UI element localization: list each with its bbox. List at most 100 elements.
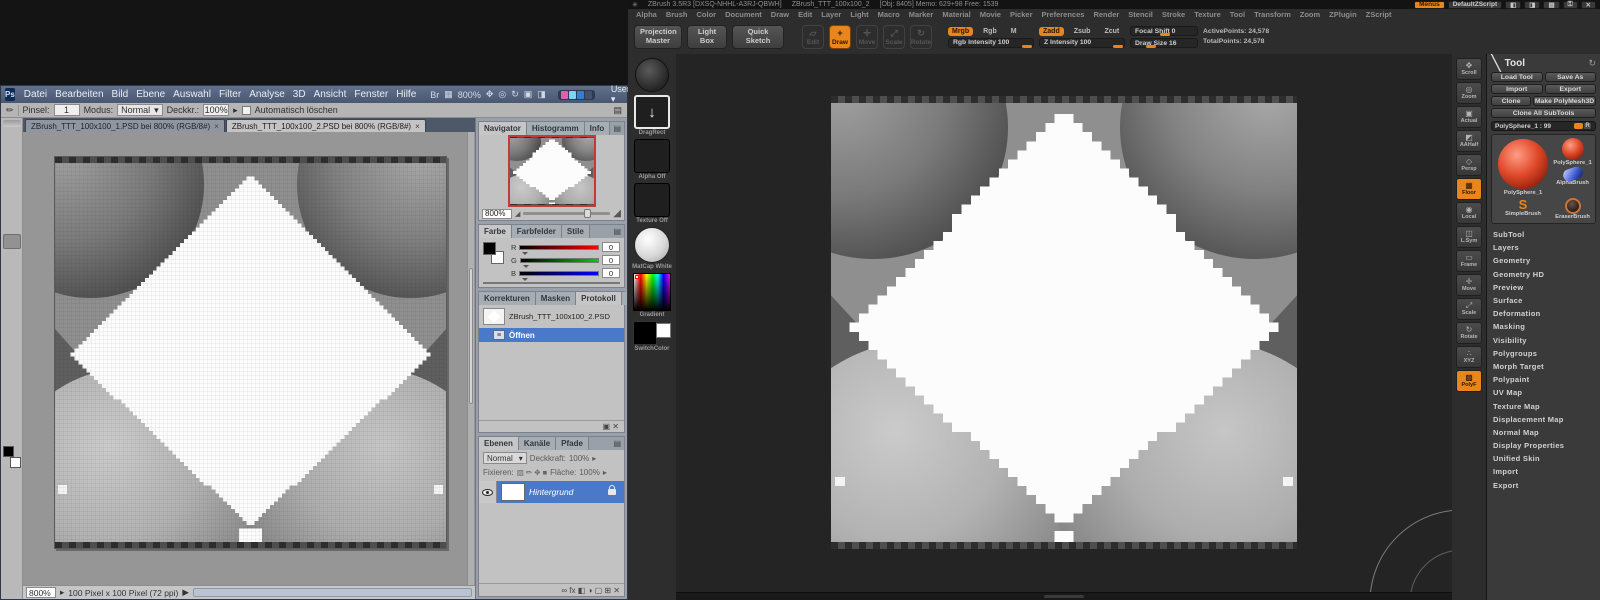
zoom-tool[interactable] [3,429,21,444]
menu-item[interactable]: Filter [215,89,245,100]
subpalette-item[interactable]: Deformation [1491,307,1596,320]
layer-footer-icons[interactable]: ∞ fx ◧ ◑ ▢ ⊞ ✕ [561,586,620,595]
draw-mode-button[interactable]: +Draw [829,25,851,49]
clone-button[interactable]: Clone [1491,96,1531,106]
brush-selector[interactable] [635,58,669,92]
subpalette-item[interactable]: UV Map [1491,386,1596,399]
zoom-level-select[interactable]: 800% [458,90,481,100]
crop-tool[interactable] [3,189,21,204]
arrow-icon[interactable]: ▸ [60,587,64,598]
tab-korrekturen[interactable]: Korrekturen [479,292,536,305]
projection-master-button[interactable]: Projection Master [634,25,682,48]
menu-item[interactable]: Transform [1254,10,1291,19]
menu-item[interactable]: Hilfe [392,89,420,100]
subpalette-item[interactable]: Geometry [1491,254,1596,267]
tab-aktionen[interactable]: Aktionen [622,292,627,305]
rotate-view-icon[interactable]: ↻ [511,89,519,100]
layer-row-hintergrund[interactable]: Hintergrund [479,481,624,503]
save-as-button[interactable]: Save As [1545,72,1597,82]
close-icon[interactable]: × [415,122,420,131]
cs-live-buttons[interactable] [558,90,595,100]
subpalette-item[interactable]: Polygroups [1491,347,1596,360]
navigator-zoom-slider[interactable] [523,212,610,215]
brush-tool[interactable] [3,234,21,249]
photoshop-canvas[interactable] [23,132,475,585]
path-select-tool[interactable] [3,369,21,384]
menu-item[interactable]: Macro [878,10,900,19]
healing-brush-tool[interactable] [3,219,21,234]
export-button[interactable]: Export [1545,84,1597,94]
panel-toggle-icon[interactable]: ▤ [613,105,622,116]
opacity-field[interactable]: 100% [203,104,229,116]
channel-value-field[interactable]: 0 [602,268,620,278]
subpalette-item[interactable]: Morph Target [1491,360,1596,373]
alpha-brush-thumbnail[interactable]: AlphaBrush [1553,166,1592,186]
foreground-color-swatch[interactable] [3,446,14,457]
close-icon[interactable]: × [214,122,219,131]
panel-color-swatches[interactable] [483,242,507,268]
menu-item[interactable]: Movie [980,10,1001,19]
menu-item[interactable]: Material [942,10,970,19]
rgb-toggle[interactable]: Rgb [979,27,1001,36]
tab-masken[interactable]: Masken [536,292,576,305]
bridge-icon[interactable]: Br [430,90,439,100]
menu-item[interactable]: Draw [771,10,789,19]
menu-item[interactable]: Layer [821,10,841,19]
hand-icon[interactable]: ✥ [486,89,494,100]
tab-farbe[interactable]: Farbe [479,225,512,238]
subpalette-item[interactable]: Texture Map [1491,399,1596,412]
history-footer-icons[interactable]: ▣ ✕ [603,422,619,431]
subpalette-item[interactable]: Preview [1491,281,1596,294]
menu-item[interactable]: Preferences [1042,10,1085,19]
quick-selection-tool[interactable] [3,174,21,189]
menu-item[interactable]: ZScript [1366,10,1392,19]
simple-brush-thumbnail[interactable]: S SimpleBrush [1495,198,1551,220]
subpalette-item[interactable]: Export [1491,479,1596,492]
menu-item[interactable]: Bearbeiten [51,89,107,100]
menu-item[interactable]: Zoom [1300,10,1320,19]
zoom-icon[interactable]: ◎ [498,89,506,100]
move-mode-button[interactable]: ✛Move [856,25,878,49]
import-button[interactable]: Import [1491,84,1543,94]
default-zscript-button[interactable]: DefaultZScript [1448,1,1502,9]
channel-slider[interactable] [520,258,599,263]
make-polymesh3d-button[interactable]: Make PolyMesh3D [1533,96,1596,106]
arrange-documents-icon[interactable]: ▣ [524,89,533,100]
status-menu-button[interactable]: ▶ [182,587,189,598]
menu-item[interactable]: Alpha [636,10,657,19]
3d-rotate-tool[interactable] [3,399,21,414]
toolbar-grip[interactable] [3,120,21,127]
type-tool[interactable] [3,354,21,369]
tab-farbfelder[interactable]: Farbfelder [512,225,562,238]
refresh-icon[interactable]: ↻ [1588,58,1596,69]
menu-item[interactable]: Datei [20,89,51,100]
menu-item[interactable]: Edit [798,10,812,19]
channel-slider[interactable] [519,271,599,276]
color-spectrum-bar[interactable] [483,282,620,284]
m-toggle[interactable]: M [1007,27,1021,36]
tab-info[interactable]: Info [585,122,611,135]
menu-item[interactable]: Ansicht [310,89,351,100]
lasso-tool[interactable] [3,159,21,174]
mrgb-toggle[interactable]: Mrgb [948,27,973,36]
rgb-intensity-slider[interactable]: Rgb Intensity 100 [948,38,1034,48]
history-snapshot-row[interactable]: ZBrush_TTT_100x100_2.PSD [479,305,624,328]
status-zoom-field[interactable]: 800% [26,587,56,598]
load-tool-button[interactable]: Load Tool [1491,72,1543,82]
document-tab-2[interactable]: ZBrush_TTT_100x100_2.PSD bei 800% (RGB/8… [226,119,426,132]
channel-value-field[interactable]: 0 [602,242,620,252]
gradient-tool[interactable] [3,294,21,309]
menu-item[interactable]: Stroke [1162,10,1185,19]
menu-item[interactable]: Ebene [132,89,169,100]
menu-item[interactable]: Color [697,10,717,19]
material-selector[interactable] [634,227,670,263]
active-tool-thumbnail[interactable]: PolySphere_1 [1495,138,1551,196]
menu-item[interactable]: Texture [1194,10,1221,19]
deckkraft-value[interactable]: 100% [569,454,589,463]
scale-mode-button[interactable]: ⤢Scale [883,25,905,49]
menu-item[interactable]: Fenster [350,89,392,100]
zcut-toggle[interactable]: Zcut [1100,27,1123,36]
brush-size-picker[interactable]: 1 [54,104,80,116]
alpha-selector[interactable] [634,139,670,173]
move-tool[interactable] [3,129,21,144]
